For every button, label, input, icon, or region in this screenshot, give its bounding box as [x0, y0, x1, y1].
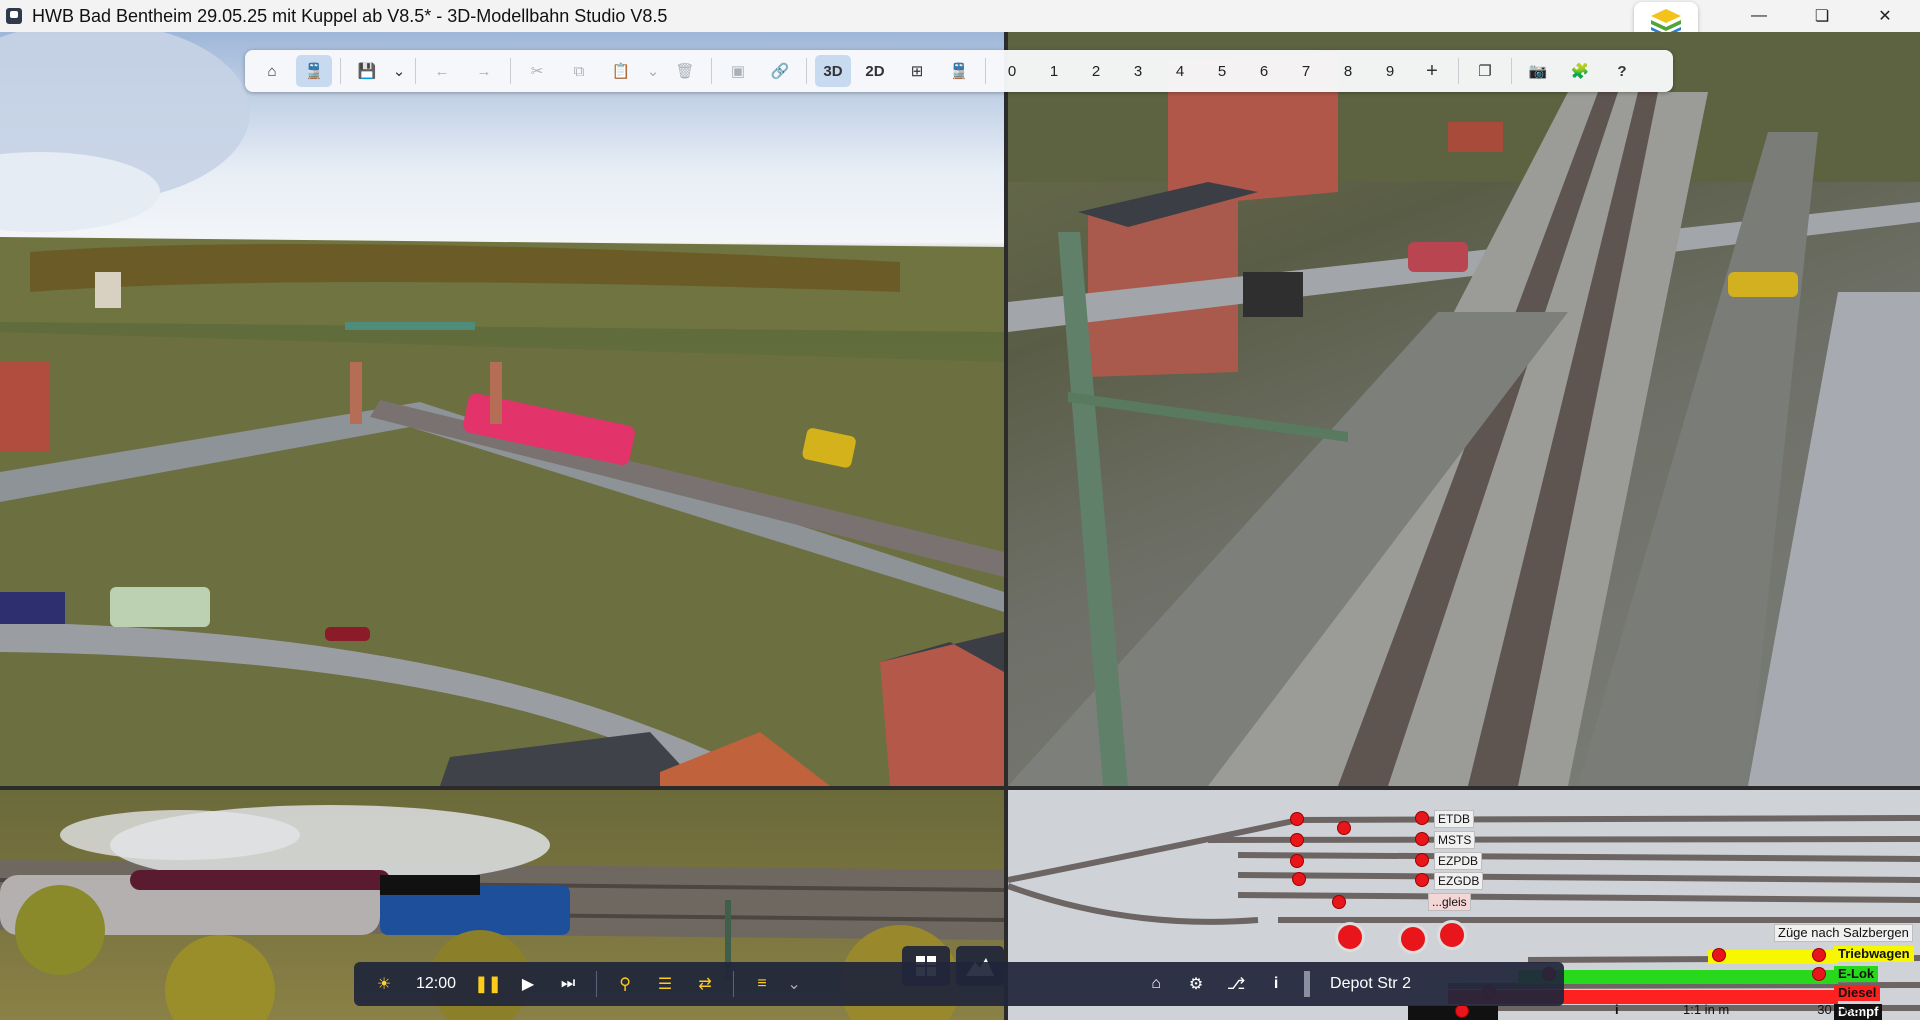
view-2d-button[interactable]: 2D [857, 55, 893, 87]
help-icon[interactable]: ? [1604, 55, 1640, 87]
title-bar: HWB Bad Bentheim 29.05.25 mit Kuppel ab … [0, 0, 1920, 32]
shuffle-icon[interactable]: ⇄ [689, 968, 721, 1000]
legend-e-lok: E-Lok [1834, 966, 1879, 982]
track-label: ETDB [1434, 810, 1475, 828]
e-lok-track-strip [1518, 970, 1838, 984]
plus-icon[interactable]: + [1414, 55, 1450, 87]
camera-slot-7[interactable]: 7 [1288, 55, 1324, 87]
pause-icon[interactable]: ❚❚ [472, 968, 504, 1000]
chevron-down-icon[interactable]: ⌄ [786, 968, 802, 1000]
toolbar-separator [1511, 58, 1512, 84]
camera-slot-8[interactable]: 8 [1330, 55, 1366, 87]
track-label: EZGDB [1434, 872, 1484, 890]
minimize-icon[interactable]: — [1730, 0, 1788, 32]
play-icon[interactable]: ▶ [512, 968, 544, 1000]
gear-icon[interactable]: ⚙ [1180, 968, 1212, 1000]
layers-icon[interactable]: ☰ [649, 968, 681, 1000]
app-icon [6, 8, 22, 24]
signal-light[interactable] [1416, 854, 1428, 866]
step-icon[interactable]: ⏭ [552, 968, 584, 1000]
link-icon[interactable]: 🔗 [762, 55, 798, 87]
toolbar-separator [340, 58, 341, 84]
delete-icon[interactable]: 🗑 [667, 55, 703, 87]
fps-text: 30 FPS [1817, 1001, 1861, 1017]
window-icon[interactable]: ❐ [1467, 55, 1503, 87]
track-label: MSTS [1434, 831, 1476, 849]
signal-light-large[interactable] [1440, 923, 1464, 947]
simulation-time[interactable]: 12:00 [416, 975, 456, 993]
window-title: HWB Bad Bentheim 29.05.25 mit Kuppel ab … [32, 5, 668, 26]
toolbar-separator [415, 58, 416, 84]
home-icon[interactable]: ⌂ [1140, 968, 1172, 1000]
toolbar-separator [510, 58, 511, 84]
signal-light[interactable] [1713, 949, 1725, 961]
info-icon[interactable]: i [1260, 968, 1292, 1000]
signal-light[interactable] [1291, 855, 1303, 867]
scale-text: 1:1 in m [1683, 1001, 1730, 1017]
paste-icon[interactable]: 📋 [603, 55, 639, 87]
zuege-label: Züge nach Salzbergen [1774, 924, 1913, 942]
group-icon[interactable]: ▣ [720, 55, 756, 87]
camera-slot-0[interactable]: 0 [994, 55, 1030, 87]
dampf-track-strip [1408, 1006, 1498, 1020]
bottom-control-bar: ☀ 12:00 ❚❚ ▶ ⏭ ⚲ ☰ ⇄ ≡ ⌄ ⌂ ⚙ ⎇ i Depot S… [354, 962, 1564, 1006]
track-label: EZPDB [1434, 852, 1483, 870]
camera-slot-4[interactable]: 4 [1162, 55, 1198, 87]
undo-icon[interactable]: ← [424, 55, 460, 87]
train-icon[interactable]: 🚆 [296, 55, 332, 87]
3d-view-overview[interactable] [0, 32, 1004, 786]
signal-light[interactable] [1293, 873, 1305, 885]
signal-light-large[interactable] [1401, 927, 1425, 951]
signal-light[interactable] [1416, 812, 1428, 824]
chevron-down-icon[interactable]: ⌄ [645, 55, 661, 87]
close-icon[interactable]: ✕ [1856, 0, 1914, 32]
signal-light[interactable] [1291, 834, 1303, 846]
split-view-icon[interactable]: ⊞ [899, 55, 935, 87]
search-icon[interactable]: ⚲ [609, 968, 641, 1000]
camera-slot-1[interactable]: 1 [1036, 55, 1072, 87]
route-icon[interactable]: ⎇ [1220, 968, 1252, 1000]
signal-light[interactable] [1813, 949, 1825, 961]
sun-icon[interactable]: ☀ [368, 968, 400, 1000]
bar-separator [1304, 971, 1311, 997]
view-3d-button[interactable]: 3D [815, 55, 851, 87]
signal-light[interactable] [1333, 896, 1345, 908]
save-icon[interactable]: 💾 [349, 55, 385, 87]
signal-light-large[interactable] [1338, 925, 1362, 949]
3d-view-station-platform[interactable] [1008, 32, 1920, 786]
main-toolbar: ⌂ 🚆 💾 ⌄ ← → ✂ ⧉ 📋 ⌄ 🗑 ▣ 🔗 3D 2D ⊞ 🚆 0 1 … [245, 50, 1673, 92]
signal-light[interactable] [1416, 874, 1428, 886]
chevron-down-icon[interactable]: ⌄ [391, 55, 407, 87]
bar-separator [733, 971, 735, 997]
track-label: ...gleis [1428, 893, 1471, 911]
toolbar-separator [806, 58, 807, 84]
list-icon[interactable]: ≡ [746, 968, 778, 1000]
camera-slot-6[interactable]: 6 [1246, 55, 1282, 87]
signal-light[interactable] [1291, 813, 1303, 825]
signal-light[interactable] [1338, 822, 1350, 834]
camera-slot-2[interactable]: 2 [1078, 55, 1114, 87]
redo-icon[interactable]: → [466, 55, 502, 87]
puzzle-icon[interactable]: 🧩 [1562, 55, 1598, 87]
camera-slot-9[interactable]: 9 [1372, 55, 1408, 87]
camera-slot-3[interactable]: 3 [1120, 55, 1156, 87]
cut-icon[interactable]: ✂ [519, 55, 555, 87]
home-icon[interactable]: ⌂ [254, 55, 290, 87]
toolbar-separator [985, 58, 986, 84]
signal-light[interactable] [1456, 1005, 1468, 1017]
bar-separator [596, 971, 598, 997]
legend-triebwagen: Triebwagen [1834, 946, 1914, 962]
location-label[interactable]: Depot Str 2 [1330, 975, 1411, 993]
train-view-icon[interactable]: 🚆 [941, 55, 977, 87]
signal-light[interactable] [1416, 833, 1428, 845]
camera-slot-5[interactable]: 5 [1204, 55, 1240, 87]
signal-light[interactable] [1813, 968, 1825, 980]
maximize-icon[interactable]: ❏ [1793, 0, 1851, 32]
info-icon: i [1615, 1001, 1619, 1017]
copy-icon[interactable]: ⧉ [561, 55, 597, 87]
toolbar-separator [711, 58, 712, 84]
camera-icon[interactable]: 📷 [1520, 55, 1556, 87]
toolbar-separator [1458, 58, 1459, 84]
